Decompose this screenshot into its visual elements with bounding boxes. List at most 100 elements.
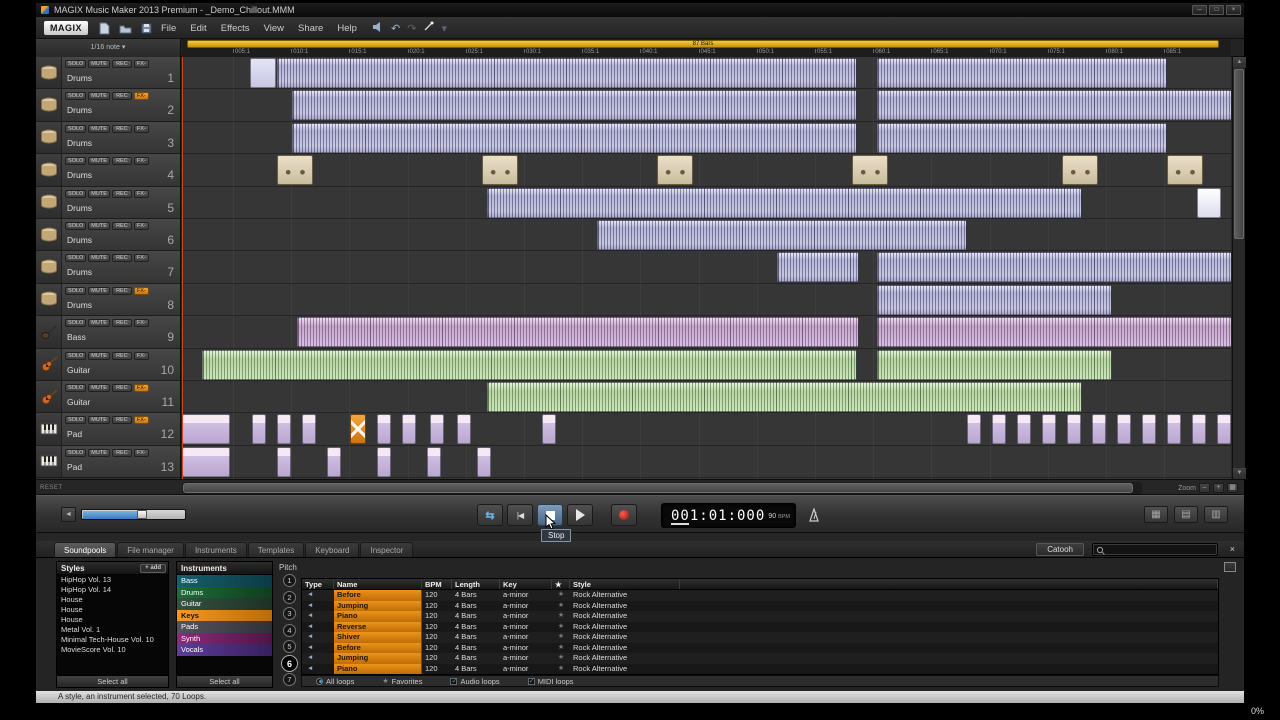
track-header[interactable]: SOLO MUTE REC FX- Drums 7 bbox=[36, 251, 180, 284]
track-solo-button[interactable]: SOLO bbox=[65, 92, 87, 101]
audio-clip[interactable] bbox=[1092, 414, 1106, 445]
audio-clip[interactable] bbox=[377, 446, 391, 477]
filter-midi-loops[interactable]: ✓ MIDI loops bbox=[527, 677, 574, 686]
track-fx-button[interactable]: FX- bbox=[133, 157, 149, 166]
audio-clip[interactable] bbox=[277, 414, 291, 445]
track-mute-button[interactable]: MUTE bbox=[88, 416, 110, 425]
track-mute-button[interactable]: MUTE bbox=[88, 286, 110, 295]
audio-clip[interactable] bbox=[402, 414, 416, 445]
audio-clip[interactable] bbox=[1217, 414, 1231, 445]
loop-button[interactable]: ⇆ bbox=[477, 504, 503, 526]
track-solo-button[interactable]: SOLO bbox=[65, 189, 87, 198]
track-mute-button[interactable]: MUTE bbox=[88, 222, 110, 230]
horizontal-scroll-thumb[interactable] bbox=[183, 483, 1133, 493]
undo-icon[interactable]: ↶ bbox=[391, 22, 400, 35]
instrument-item-guitar[interactable]: Guitar bbox=[177, 598, 272, 610]
search-box[interactable] bbox=[1092, 543, 1218, 556]
pitch-button-5[interactable]: 5 bbox=[283, 640, 296, 653]
reset-button[interactable]: RESET bbox=[40, 485, 63, 491]
loop-range-bar[interactable]: 87 Bars bbox=[187, 40, 1219, 48]
new-project-icon[interactable] bbox=[96, 21, 112, 36]
track-mute-button[interactable]: MUTE bbox=[88, 157, 110, 166]
list-view-button[interactable]: ▤ bbox=[1174, 506, 1198, 523]
track-solo-button[interactable]: SOLO bbox=[65, 384, 87, 392]
zoom-in-button[interactable]: + bbox=[1213, 483, 1224, 493]
filter-all-loops[interactable]: All loops bbox=[316, 677, 354, 686]
audio-clip[interactable] bbox=[277, 155, 313, 186]
magix-logo-button[interactable]: MAGIX bbox=[44, 21, 88, 35]
track-fx-button[interactable]: FX- bbox=[133, 286, 149, 295]
loop-favorite-star[interactable]: ★ bbox=[552, 643, 570, 654]
minimize-button[interactable]: ─ bbox=[1192, 5, 1207, 15]
audio-clip[interactable] bbox=[430, 414, 444, 445]
menu-share[interactable]: Share bbox=[291, 20, 330, 37]
open-project-icon[interactable] bbox=[117, 21, 133, 36]
track-header[interactable]: SOLO MUTE REC FX- Drums 3 bbox=[36, 121, 180, 155]
loop-favorite-star[interactable]: ★ bbox=[552, 632, 570, 643]
panel-options-icon[interactable] bbox=[1224, 562, 1236, 572]
audio-clip[interactable] bbox=[1142, 414, 1156, 445]
track-rec-button[interactable]: REC bbox=[111, 222, 132, 230]
loop-play-icon[interactable]: ◄ bbox=[302, 653, 334, 664]
style-item[interactable]: HipHop Vol. 13 bbox=[57, 575, 168, 585]
instrument-item-keys[interactable]: Keys bbox=[177, 609, 272, 621]
audio-clip[interactable] bbox=[277, 446, 291, 477]
loop-favorite-star[interactable]: ★ bbox=[552, 611, 570, 622]
track-rec-button[interactable]: REC bbox=[111, 60, 132, 68]
track-fx-button[interactable]: FX- bbox=[133, 124, 149, 133]
wand-icon[interactable] bbox=[423, 21, 434, 35]
toolbar-more-icon[interactable]: ▾ bbox=[441, 22, 447, 35]
track-fx-button[interactable]: FX- bbox=[133, 319, 149, 328]
audio-clip[interactable] bbox=[877, 317, 1231, 348]
audio-clip[interactable] bbox=[657, 155, 693, 186]
track-fx-button[interactable]: FX- bbox=[133, 92, 149, 101]
style-item[interactable]: House bbox=[57, 595, 168, 605]
tab-file-manager[interactable]: File manager bbox=[117, 542, 184, 557]
track-fx-button[interactable]: FX- bbox=[133, 416, 149, 425]
add-style-button[interactable]: + add bbox=[140, 564, 166, 573]
audio-clip[interactable] bbox=[877, 252, 1231, 283]
audio-clip[interactable] bbox=[1197, 187, 1221, 218]
track-mute-button[interactable]: MUTE bbox=[88, 189, 110, 198]
audio-clip[interactable] bbox=[877, 90, 1231, 121]
audio-clip[interactable] bbox=[597, 220, 967, 250]
loop-favorite-star[interactable]: ★ bbox=[552, 653, 570, 664]
horizontal-scrollbar[interactable] bbox=[182, 482, 1142, 494]
audio-clip[interactable] bbox=[252, 414, 266, 445]
loop-row[interactable]: ◄ Before 120 4 Bars a-minor ★ Rock Alternative bbox=[302, 642, 1218, 654]
audio-clip[interactable] bbox=[202, 349, 857, 380]
menu-help[interactable]: Help bbox=[330, 20, 364, 37]
vertical-scroll-thumb[interactable] bbox=[1234, 69, 1244, 239]
loop-play-icon[interactable]: ◄ bbox=[302, 601, 334, 612]
play-button[interactable] bbox=[567, 504, 593, 526]
maximize-button[interactable]: □ bbox=[1209, 5, 1224, 15]
tab-keyboard[interactable]: Keyboard bbox=[305, 542, 360, 557]
audio-clip[interactable] bbox=[1167, 155, 1203, 186]
audio-clip[interactable] bbox=[302, 414, 316, 445]
track-rec-button[interactable]: REC bbox=[111, 254, 132, 263]
vertical-scrollbar[interactable]: ▲ ▼ bbox=[1232, 57, 1246, 479]
position-slider-knob[interactable] bbox=[137, 510, 147, 519]
audio-clip[interactable] bbox=[427, 446, 441, 477]
loop-row[interactable]: ◄ Jumping 120 4 Bars a-minor ★ Rock Alternativ… bbox=[302, 653, 1218, 664]
instrument-item-drums[interactable]: Drums bbox=[177, 586, 272, 598]
tab-inspector[interactable]: Inspector bbox=[360, 542, 414, 557]
speaker-icon[interactable] bbox=[372, 21, 384, 35]
track-solo-button[interactable]: SOLO bbox=[65, 286, 87, 295]
style-item[interactable]: Metal Vol. 1 bbox=[57, 625, 168, 635]
seek-left-button[interactable]: ◄ bbox=[61, 507, 76, 522]
loop-row[interactable]: ◄ Jumping 120 4 Bars a-minor ★ Rock Alternativ… bbox=[302, 600, 1218, 612]
scroll-up-button[interactable]: ▲ bbox=[1233, 57, 1246, 68]
track-mute-button[interactable]: MUTE bbox=[88, 448, 110, 457]
audio-clip[interactable] bbox=[477, 446, 491, 477]
track-header[interactable]: SOLO MUTE REC FX- Drums 8 bbox=[36, 283, 180, 317]
audio-clip[interactable] bbox=[877, 58, 1167, 88]
loop-favorite-star[interactable]: ★ bbox=[552, 622, 570, 633]
metronome-icon[interactable] bbox=[806, 506, 822, 524]
menu-effects[interactable]: Effects bbox=[214, 20, 257, 37]
filter-favorites[interactable]: ★ Favorites bbox=[382, 677, 422, 686]
menu-edit[interactable]: Edit bbox=[183, 20, 213, 37]
track-mute-button[interactable]: MUTE bbox=[88, 60, 110, 68]
track-fx-button[interactable]: FX- bbox=[133, 448, 149, 457]
grid-view-button[interactable]: ▦ bbox=[1144, 506, 1168, 523]
